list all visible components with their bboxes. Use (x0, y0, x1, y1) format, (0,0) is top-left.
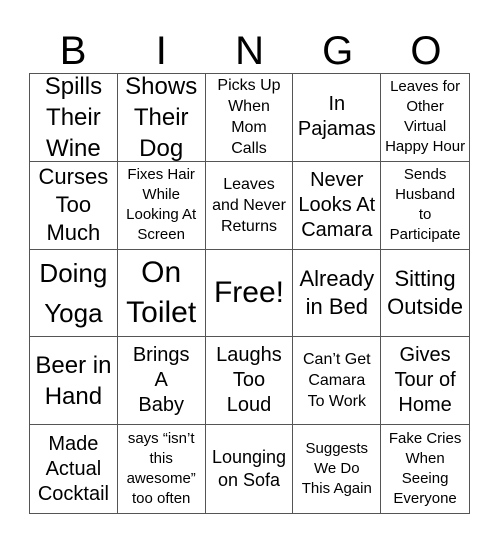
bingo-cell[interactable]: Beer in Hand (30, 337, 118, 426)
cell-text: Doing Yoga (39, 257, 108, 328)
cell-text: Never Looks At Camara (298, 168, 376, 241)
bingo-cell[interactable]: Made Actual Cocktail (30, 425, 118, 513)
bingo-cell[interactable]: On Toilet (117, 249, 206, 338)
bingo-cell[interactable]: Shows Their Dog (117, 74, 206, 162)
bingo-cell[interactable]: Lounging on Sofa (206, 425, 294, 513)
bingo-card: Spills Their Wine Shows Their Dog Picks … (29, 73, 470, 514)
cell-text: Shows Their Dog (125, 74, 198, 162)
header-letter-b: B (59, 29, 87, 73)
bingo-cell[interactable]: Brings A Baby (117, 337, 206, 426)
cell-text: Fixes Hair While Looking At Screen (126, 166, 197, 244)
bingo-cell[interactable]: Sitting Outside (381, 250, 469, 338)
bingo-cell[interactable]: Leaves for Other Virtual Happy Hour (381, 74, 469, 162)
cell-text: In Pajamas (297, 93, 376, 141)
cell-text: Can’t Get Camara To Work (302, 351, 371, 411)
free-space[interactable]: Free! (205, 249, 294, 338)
bingo-cell[interactable]: Already in Bed (293, 249, 382, 338)
header-letter-g: G (322, 29, 354, 73)
bingo-cell[interactable]: In Pajamas (293, 74, 382, 162)
bingo-cell[interactable]: Laughs Too Loud (205, 337, 294, 426)
cell-text: Curses Too Much (38, 164, 109, 246)
cell-text: Lounging on Sofa (211, 447, 287, 491)
bingo-cell[interactable]: Leaves and Never Returns (205, 161, 294, 250)
bingo-cell[interactable]: Curses Too Much (30, 161, 118, 250)
cell-text: Beer in Hand (35, 351, 112, 410)
bingo-cell[interactable]: Fixes Hair While Looking At Screen (117, 161, 206, 250)
cell-text: Picks Up When Mom Calls (217, 77, 281, 158)
cell-text: Sitting Outside (387, 265, 463, 319)
bingo-cell[interactable]: Fake Cries When Seeing Everyone (381, 425, 469, 513)
bingo-cell[interactable]: Suggests We Do This Again (293, 425, 382, 513)
cell-text: Spills Their Wine (44, 74, 103, 162)
cell-text: Brings A Baby (132, 344, 190, 417)
bingo-cell[interactable]: Never Looks At Camara (293, 161, 382, 250)
cell-text: Already in Bed (299, 265, 375, 319)
bingo-cell[interactable]: Spills Their Wine (30, 74, 118, 162)
cell-text: Suggests We Do This Again (301, 440, 372, 498)
cell-text: Sends Husband to Participate (389, 166, 461, 244)
bingo-header: B I N G O (29, 30, 470, 73)
cell-text: On Toilet (126, 255, 197, 329)
header-letter-o: O (410, 29, 442, 73)
bingo-cell[interactable]: says “isn’t this awesome” too often (118, 425, 206, 513)
bingo-cell[interactable]: Picks Up When Mom Calls (205, 74, 294, 162)
cell-text: Leaves for Other Virtual Happy Hour (385, 78, 466, 156)
bingo-cell[interactable]: Can’t Get Camara To Work (293, 337, 382, 426)
cell-text: Leaves and Never Returns (212, 175, 286, 235)
header-letter-i: I (155, 29, 167, 73)
header-letter-n: N (235, 29, 264, 73)
cell-text: Laughs Too Loud (216, 344, 282, 417)
cell-text: says “isn’t this awesome” too often (126, 430, 196, 508)
cell-text: Free! (213, 275, 284, 309)
bingo-cell[interactable]: Sends Husband to Participate (381, 162, 469, 250)
cell-text: Gives Tour of Home (394, 344, 456, 417)
cell-text: Made Actual Cocktail (37, 432, 109, 505)
cell-text: Fake Cries When Seeing Everyone (388, 430, 462, 508)
bingo-cell[interactable]: Doing Yoga (30, 249, 118, 338)
bingo-cell[interactable]: Gives Tour of Home (381, 337, 469, 426)
